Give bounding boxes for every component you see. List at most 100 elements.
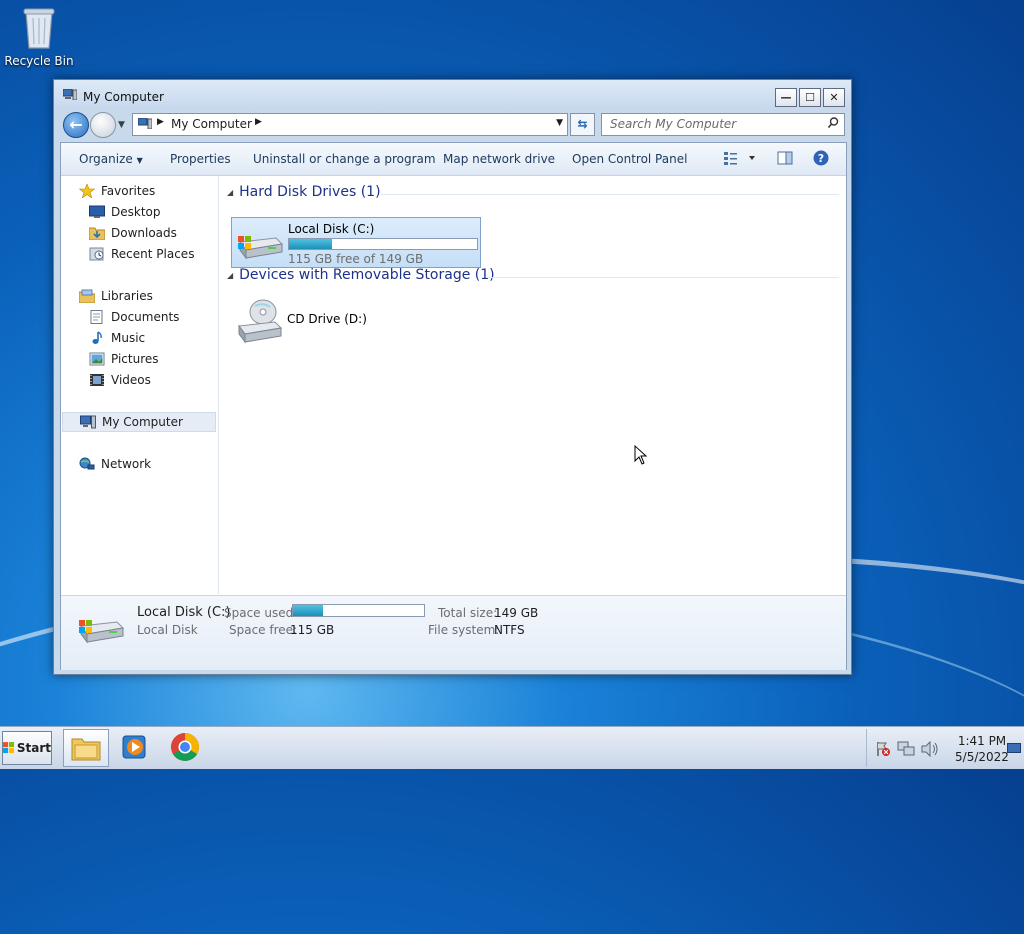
local-disk-free-text: 115 GB free of 149 GB [288,252,424,266]
map-network-drive-button[interactable]: Map network drive [443,152,555,166]
start-label: Start [16,741,51,755]
collapse-triangle-icon[interactable]: ◢ [227,271,233,280]
downloads-folder-icon [88,226,106,241]
recycle-bin-shortcut[interactable]: Recycle Bin [4,6,74,68]
details-space-free-value: 115 GB [290,623,335,637]
breadcrumb-chevron-icon[interactable]: ▶ [157,117,164,127]
taskbar: Start 1:41 PM 5/5/2022 [0,726,1024,769]
music-icon [89,331,105,345]
hard-disk-group-label: Hard Disk Drives (1) [239,184,381,200]
nav-desktop[interactable]: Desktop [89,202,161,222]
minimize-button[interactable]: — [775,88,797,107]
back-button[interactable]: ← [63,112,89,138]
details-total-size-label: Total size: [438,606,498,620]
explorer-window: My Computer — ☐ ✕ ← ▼ ▶ My Computer ▶ ▼ … [53,79,852,675]
taskbar-explorer-button[interactable] [63,729,109,767]
nav-libraries-label: Libraries [101,289,153,303]
organize-button[interactable]: Organize ▼ [79,152,143,166]
taskbar-chrome-button[interactable] [163,729,207,765]
taskbar-media-player-button[interactable] [113,729,157,765]
breadcrumb-my-computer[interactable]: My Computer [171,117,252,131]
local-disk-c[interactable]: Local Disk (C:) 115 GB free of 149 GB [231,217,481,268]
videos-icon [89,373,105,387]
organize-label: Organize [79,152,133,166]
search-input[interactable]: Search My Computer [601,113,845,136]
details-drive-type: Local Disk [137,623,198,637]
nav-music-label: Music [111,331,146,345]
media-player-icon [122,735,146,759]
system-tray: 1:41 PM 5/5/2022 [866,729,1024,767]
details-file-system-value: NTFS [494,623,525,637]
computer-icon [63,89,77,100]
details-space-free-label: Space free: [229,623,298,637]
refresh-button[interactable]: ⇆ [570,113,595,136]
recent-pages-dropdown-icon[interactable]: ▼ [118,120,125,130]
search-icon[interactable] [828,117,839,128]
cd-drive-d[interactable]: CD Drive (D:) [231,296,411,346]
local-disk-name: Local Disk (C:) [288,222,375,236]
help-icon: ? [813,150,829,166]
help-button[interactable]: ? [813,150,829,169]
nav-downloads[interactable]: Downloads [88,223,177,243]
back-arrow-icon: ← [69,115,83,134]
cd-drive-icon [238,299,283,344]
open-control-panel-button[interactable]: Open Control Panel [572,152,687,166]
show-desktop-icon[interactable] [1007,743,1021,755]
nav-documents[interactable]: Documents [89,307,179,327]
volume-icon[interactable] [921,741,939,757]
pictures-icon [89,352,105,366]
folder-icon [71,738,101,761]
change-view-button[interactable] [723,150,757,169]
close-button[interactable]: ✕ [823,88,845,107]
preview-pane-button[interactable] [777,150,793,169]
nav-videos[interactable]: Videos [89,370,151,390]
details-usage-bar [292,604,425,617]
preview-pane-icon [777,151,793,165]
recycle-bin-icon [22,6,56,50]
removable-group-label: Devices with Removable Storage (1) [239,267,495,283]
address-row: ← ▼ ▶ My Computer ▶ ▼ ⇆ Search My Comput… [60,112,845,138]
title-bar[interactable]: My Computer — ☐ ✕ [54,80,851,110]
nav-pictures[interactable]: Pictures [89,349,159,369]
hard-drive-windows-icon [79,620,125,644]
nav-favorites-label: Favorites [101,184,156,198]
nav-libraries[interactable]: Libraries [78,286,153,306]
breadcrumb-chevron-icon[interactable]: ▶ [255,117,262,127]
chevron-down-icon: ▼ [136,156,143,165]
computer-icon [80,415,96,429]
libraries-icon [78,289,96,304]
nav-recent-places[interactable]: Recent Places [89,244,194,264]
chrome-icon [171,733,199,761]
maximize-button[interactable]: ☐ [799,88,821,107]
content-pane: ◢ Hard Disk Drives (1) Local Disk (C:) 1… [219,176,845,594]
action-center-flag-icon[interactable] [875,741,891,757]
nav-music[interactable]: Music [89,328,145,348]
nav-documents-label: Documents [111,310,180,324]
navigation-pane: Favorites Desktop Downloads Recent Place… [61,176,219,594]
nav-favorites[interactable]: Favorites [78,181,156,201]
command-bar: Organize ▼ Properties Uninstall or chang… [61,143,846,176]
nav-network[interactable]: Network [79,454,151,474]
network-icon [79,457,95,471]
address-dropdown-icon[interactable]: ▼ [556,118,563,128]
nav-my-computer[interactable]: My Computer [62,412,216,432]
hard-disk-group-header[interactable]: ◢ Hard Disk Drives (1) [227,184,381,200]
collapse-triangle-icon[interactable]: ◢ [227,188,233,197]
properties-button[interactable]: Properties [170,152,231,166]
group-divider [381,194,839,195]
network-status-icon[interactable] [897,741,915,757]
details-drive-name: Local Disk (C:) [137,605,231,620]
address-bar[interactable]: ▶ My Computer ▶ ▼ [132,113,568,136]
recycle-bin-label: Recycle Bin [4,54,74,68]
removable-group-header[interactable]: ◢ Devices with Removable Storage (1) [227,267,495,283]
hard-drive-windows-icon [238,236,284,260]
nav-desktop-label: Desktop [111,205,161,219]
refresh-icon: ⇆ [577,117,588,131]
view-icon [724,152,755,165]
uninstall-program-button[interactable]: Uninstall or change a program [253,152,436,166]
start-button[interactable]: Start [2,731,52,765]
forward-button[interactable] [90,112,116,138]
cd-drive-name: CD Drive (D:) [287,312,367,326]
details-usage-fill [293,605,324,616]
star-icon [78,183,96,199]
